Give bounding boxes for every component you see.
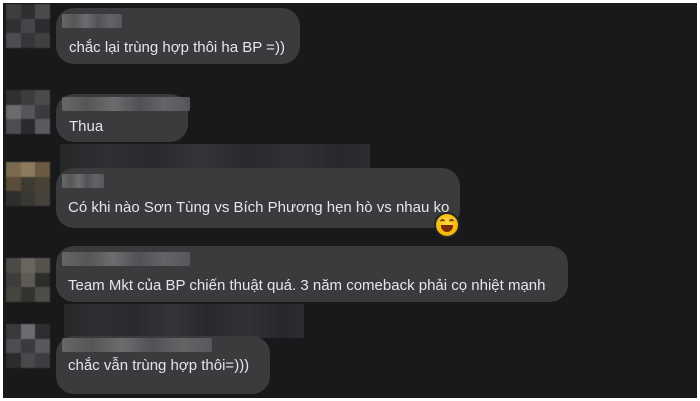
commenter-name[interactable]: [62, 14, 122, 28]
avatar[interactable]: [6, 162, 50, 206]
commenter-name[interactable]: [62, 338, 212, 352]
blurred-background: [64, 304, 304, 338]
comment-bubble: Team Mkt của BP chiến thuật quá. 3 năm c…: [56, 246, 568, 302]
comment-bubble: Có khi nào Sơn Tùng vs Bích Phương hẹn h…: [56, 168, 460, 228]
comment-bubble: chắc vẫn trùng hợp thôi=))): [56, 336, 270, 394]
comment-text: Team Mkt của BP chiến thuật quá. 3 năm c…: [68, 277, 546, 294]
commenter-name[interactable]: [62, 174, 104, 188]
avatar[interactable]: [6, 4, 50, 48]
comment-text: chắc lại trùng hợp thôi ha BP =)): [69, 39, 285, 56]
comment-text: Thua: [69, 118, 104, 135]
comment-text: chắc vẫn trùng hợp thôi=))): [68, 357, 250, 374]
avatar[interactable]: [6, 90, 50, 134]
comment-bubble: Thua: [56, 94, 190, 142]
grinning-emoji-reaction[interactable]: [436, 214, 458, 236]
commenter-name[interactable]: [62, 252, 190, 266]
avatar[interactable]: [6, 324, 50, 368]
avatar[interactable]: [6, 258, 50, 302]
commenter-name[interactable]: [62, 97, 190, 111]
comment-bubble: chắc lại trùng hợp thôi ha BP =)): [56, 8, 300, 64]
comment-text: Có khi nào Sơn Tùng vs Bích Phương hẹn h…: [68, 199, 450, 216]
